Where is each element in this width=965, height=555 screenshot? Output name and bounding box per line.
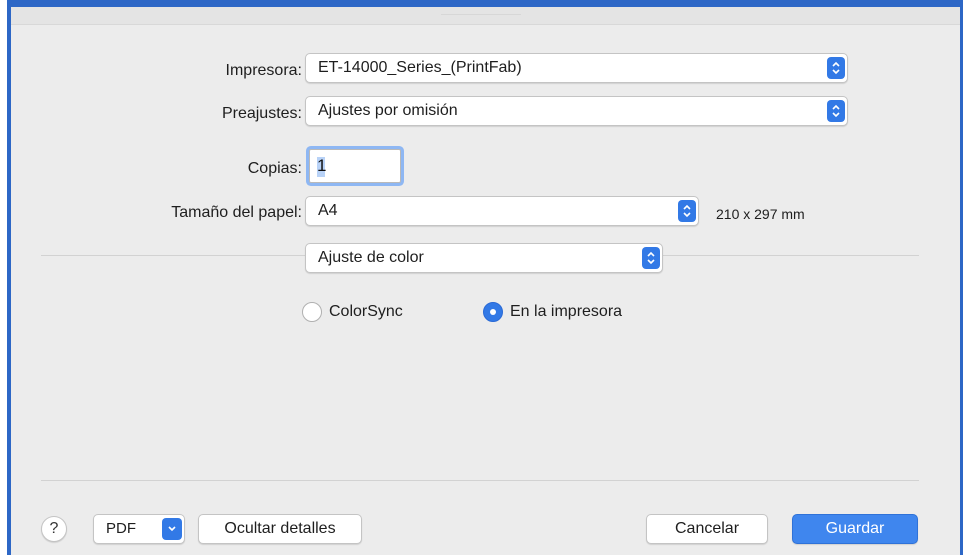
colorsync-radio[interactable] — [302, 302, 322, 322]
footer-separator — [41, 480, 919, 481]
paper-size-value: A4 — [318, 202, 338, 219]
up-down-chevron-icon — [642, 247, 660, 269]
hide-details-button[interactable]: Ocultar detalles — [198, 514, 362, 544]
title-bar — [11, 7, 960, 25]
up-down-chevron-icon — [827, 100, 845, 122]
presets-label: Preajustes: — [221, 105, 302, 122]
printer-value: ET-14000_Series_(PrintFab) — [318, 59, 522, 76]
help-button[interactable]: ? — [41, 516, 67, 542]
chevron-down-icon — [162, 518, 182, 540]
colorsync-label: ColorSync — [329, 303, 403, 320]
section-popup[interactable]: Ajuste de color — [305, 243, 663, 273]
copies-label: Copias: — [247, 160, 302, 177]
presets-popup[interactable]: Ajustes por omisión — [305, 96, 848, 126]
en-la-impresora-label: En la impresora — [510, 303, 623, 320]
pdf-label: PDF — [106, 520, 136, 537]
save-button[interactable]: Guardar — [792, 514, 918, 544]
up-down-chevron-icon — [678, 200, 696, 222]
printer-popup[interactable]: ET-14000_Series_(PrintFab) — [305, 53, 848, 83]
printer-label: Impresora: — [225, 62, 302, 79]
paper-size-popup[interactable]: A4 — [305, 196, 699, 226]
cancel-button[interactable]: Cancelar — [646, 514, 768, 544]
copies-field[interactable]: 1 — [309, 149, 401, 183]
print-dialog: Impresora: ET-14000_Series_(PrintFab) Pr… — [11, 7, 960, 555]
paper-dimensions: 210 x 297 mm — [716, 206, 805, 222]
en-la-impresora-radio[interactable] — [483, 302, 503, 322]
copies-value: 1 — [317, 156, 327, 175]
section-value: Ajuste de color — [318, 249, 424, 266]
paper-size-label: Tamaño del papel: — [171, 204, 302, 221]
title-bar-ghost — [441, 7, 521, 15]
pdf-menu-button[interactable]: PDF — [93, 514, 185, 544]
presets-value: Ajustes por omisión — [318, 102, 458, 119]
up-down-chevron-icon — [827, 57, 845, 79]
